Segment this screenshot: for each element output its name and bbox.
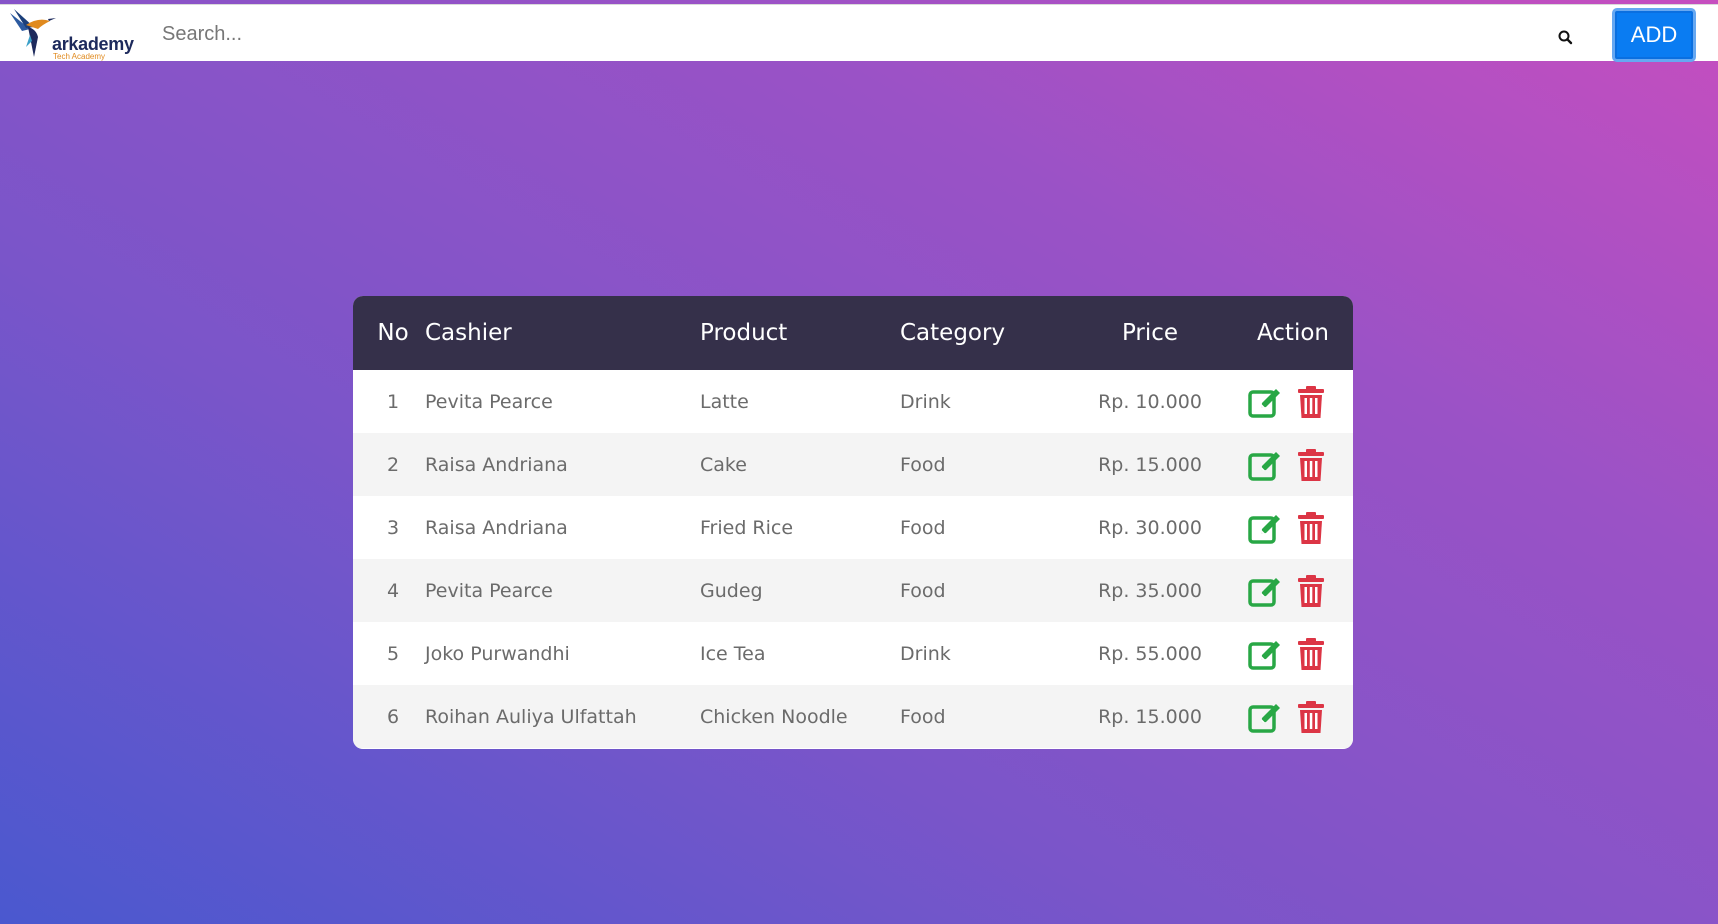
cell-action xyxy=(1230,559,1353,622)
arkademy-logo[interactable]: arkademy Tech Academy xyxy=(8,7,138,63)
header-no: No xyxy=(377,320,409,346)
cell-no: 1 xyxy=(386,390,400,413)
search-icon[interactable] xyxy=(1556,28,1576,48)
table-row: 4 Pevita Pearce Gudeg Food Rp. 35.000 xyxy=(353,559,1353,622)
cell-no: 6 xyxy=(386,705,400,728)
cell-action xyxy=(1230,370,1353,433)
navbar: arkademy Tech Academy ADD xyxy=(0,4,1718,63)
trash-icon[interactable] xyxy=(1293,699,1329,735)
trash-icon[interactable] xyxy=(1293,384,1329,420)
cell-price: Rp. 15.000 xyxy=(1098,705,1202,728)
header-action: Action xyxy=(1256,320,1329,346)
trash-icon[interactable] xyxy=(1293,510,1329,546)
cell-cashier: Joko Purwandhi xyxy=(425,642,570,665)
transactions-table: No Cashier Product Category Price Action… xyxy=(353,296,1353,749)
header-category: Category xyxy=(900,320,1006,346)
cell-product: Latte xyxy=(700,390,749,413)
cell-cashier: Raisa Andriana xyxy=(425,516,568,539)
cell-category: Drink xyxy=(900,390,951,413)
table-row: 6 Roihan Auliya Ulfattah Chicken Noodle Foo… xyxy=(353,685,1353,748)
edit-icon[interactable] xyxy=(1247,573,1283,609)
cell-category: Food xyxy=(900,579,946,602)
edit-icon[interactable] xyxy=(1247,510,1283,546)
cell-action xyxy=(1230,685,1353,748)
header-price: Price xyxy=(1121,320,1179,346)
cell-product: Fried Rice xyxy=(700,516,794,539)
edit-icon[interactable] xyxy=(1247,384,1283,420)
cell-price: Rp. 55.000 xyxy=(1098,642,1202,665)
cell-cashier: Roihan Auliya Ulfattah xyxy=(425,705,637,728)
table-row: 1 Pevita Pearce Latte Drink Rp. 10.000 xyxy=(353,370,1353,433)
cell-product: Chicken Noodle xyxy=(700,705,848,728)
table-row: 2 Raisa Andriana Cake Food Rp. 15.000 xyxy=(353,433,1353,496)
cell-action xyxy=(1230,622,1353,685)
trash-icon[interactable] xyxy=(1293,447,1329,483)
cell-cashier: Pevita Pearce xyxy=(425,579,553,602)
table-row: 5 Joko Purwandhi Ice Tea Drink Rp. 55.000 xyxy=(353,622,1353,685)
cell-action xyxy=(1230,496,1353,559)
cell-category: Food xyxy=(900,453,946,476)
cell-product: Gudeg xyxy=(700,579,763,602)
edit-icon[interactable] xyxy=(1247,636,1283,672)
cell-category: Drink xyxy=(900,642,951,665)
cell-action xyxy=(1230,433,1353,496)
cell-price: Rp. 10.000 xyxy=(1098,390,1202,413)
cell-no: 3 xyxy=(386,516,400,539)
cell-product: Cake xyxy=(700,453,747,476)
hummingbird-logo-icon xyxy=(10,9,56,57)
logo-subtext: Tech Academy xyxy=(53,52,106,61)
cell-no: 2 xyxy=(386,453,400,476)
add-button[interactable]: ADD xyxy=(1612,8,1696,62)
cell-category: Food xyxy=(900,516,946,539)
cell-cashier: Pevita Pearce xyxy=(425,390,553,413)
edit-icon[interactable] xyxy=(1247,699,1283,735)
table-header-row: No Cashier Product Category Price Action xyxy=(353,296,1353,370)
search-input[interactable] xyxy=(162,17,1542,51)
cell-product: Ice Tea xyxy=(700,642,766,665)
cell-price: Rp. 35.000 xyxy=(1098,579,1202,602)
cell-category: Food xyxy=(900,705,946,728)
edit-icon[interactable] xyxy=(1247,447,1283,483)
cell-price: Rp. 15.000 xyxy=(1098,453,1202,476)
cell-no: 5 xyxy=(386,642,400,665)
cell-no: 4 xyxy=(386,579,400,602)
trash-icon[interactable] xyxy=(1293,573,1329,609)
table-row: 3 Raisa Andriana Fried Rice Food Rp. 30.000 xyxy=(353,496,1353,559)
cell-price: Rp. 30.000 xyxy=(1098,516,1202,539)
trash-icon[interactable] xyxy=(1293,636,1329,672)
cell-cashier: Raisa Andriana xyxy=(425,453,568,476)
header-cashier: Cashier xyxy=(425,320,512,346)
header-product: Product xyxy=(700,320,788,346)
